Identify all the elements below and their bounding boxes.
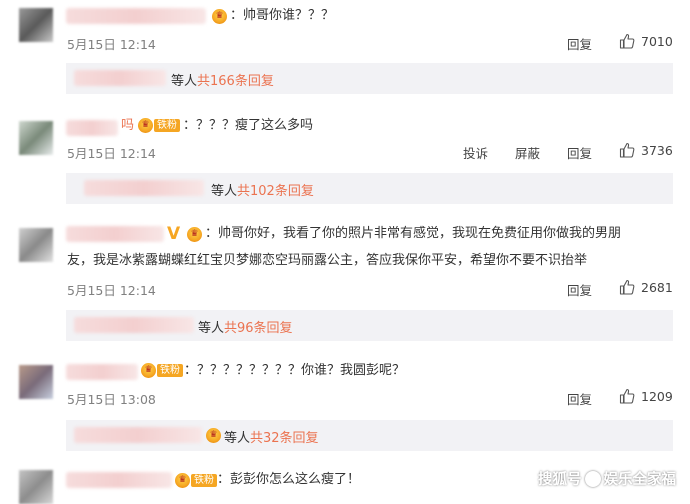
fan-badge-label: 铁粉 [157, 364, 183, 377]
crown-icon: ♛ [206, 428, 221, 443]
avatar[interactable] [19, 228, 53, 262]
avatar[interactable] [19, 365, 53, 399]
avatar[interactable] [19, 470, 53, 504]
verified-v-icon: V [167, 224, 181, 244]
replies-prefix: 等人 [198, 321, 225, 336]
like-button[interactable]: 3736 [619, 142, 673, 158]
crown-icon: ♛ [187, 227, 202, 242]
watermark-logo-icon [584, 470, 601, 487]
comment-text-line-2: 友，我是冰紫露蝴蝶红红宝贝梦娜恋空玛丽露公主，答应我保你平安，希望你不要不识抬举 [67, 253, 588, 268]
replies-prefix: 等人 [171, 74, 198, 89]
like-count: 3736 [641, 142, 673, 158]
fan-badge: ♛ 铁粉 [175, 473, 217, 488]
comment-text: ：？？？？？？？？你谁？我圆彭呢？ [184, 363, 406, 378]
avatar[interactable] [19, 8, 53, 42]
crown-icon: ♛ [138, 118, 153, 133]
username-blurred[interactable] [66, 120, 118, 136]
crown-badge: ♛ [206, 428, 221, 443]
avatar[interactable] [19, 121, 53, 155]
like-button[interactable]: 2681 [619, 279, 673, 295]
replier-names-blurred [74, 427, 202, 443]
comment-date: 5月15日 12:14 [67, 37, 156, 52]
crown-icon: ♛ [175, 473, 190, 488]
replier-names-blurred [74, 70, 166, 86]
reply-button[interactable]: 回复 [567, 143, 592, 162]
crown-icon: ♛ [212, 9, 227, 24]
fan-badge-label: 铁粉 [154, 119, 180, 132]
username-blurred[interactable] [66, 472, 172, 488]
comment-date: 5月15日 13:08 [67, 392, 156, 407]
username-tail[interactable]: 吗 [121, 115, 134, 136]
like-button[interactable]: 7010 [619, 33, 673, 49]
thumbs-up-icon [619, 142, 635, 158]
username-blurred[interactable] [66, 226, 164, 242]
replies-summary[interactable]: 等人共102条回复 [66, 173, 673, 204]
sohu-watermark: 搜狐号 娱乐全家福 [538, 468, 676, 489]
fan-badge: ♛ 铁粉 [138, 118, 180, 133]
username-blurred[interactable] [66, 8, 206, 24]
thumbs-up-icon [619, 33, 635, 49]
comment-text: ：彭彭你怎么这么瘦了！ [217, 472, 361, 487]
crown-badge: ♛ [187, 227, 202, 242]
reply-button[interactable]: 回复 [567, 389, 592, 408]
block-button[interactable]: 屏蔽 [515, 143, 540, 162]
comment-text: ：？？？瘦了这么多吗 [183, 118, 314, 133]
fan-badge-label: 铁粉 [191, 474, 217, 487]
comment-text: ：帅哥你谁？？？ [230, 8, 335, 23]
reply-button[interactable]: 回复 [567, 280, 592, 299]
view-replies-link[interactable]: 共96条回复 [224, 321, 293, 336]
like-count: 7010 [641, 33, 673, 49]
like-count: 2681 [641, 279, 673, 295]
comment-date: 5月15日 12:14 [67, 146, 156, 161]
thumbs-up-icon [619, 388, 635, 404]
replies-summary[interactable]: ♛ 等人共32条回复 [66, 420, 673, 451]
like-count: 1209 [641, 388, 673, 404]
username-blurred[interactable] [66, 364, 138, 380]
comment-text-line-1: ：帅哥你好，我看了你的照片非常有感觉，我现在免费征用你做我的男朋 [205, 226, 622, 241]
replier-names-blurred [74, 317, 194, 333]
fan-badge: ♛ 铁粉 [141, 363, 183, 378]
report-button[interactable]: 投诉 [463, 143, 488, 162]
replies-prefix: 等人 [224, 431, 251, 446]
like-button[interactable]: 1209 [619, 388, 673, 404]
crown-icon: ♛ [141, 363, 156, 378]
view-replies-link[interactable]: 共166条回复 [197, 74, 274, 89]
comment-date: 5月15日 12:14 [67, 283, 156, 298]
crown-badge: ♛ [212, 9, 227, 24]
replies-prefix: 等人 [211, 184, 238, 199]
thumbs-up-icon [619, 279, 635, 295]
replies-summary[interactable]: 等人共96条回复 [66, 310, 673, 341]
view-replies-link[interactable]: 共32条回复 [250, 431, 319, 446]
view-replies-link[interactable]: 共102条回复 [237, 184, 314, 199]
replies-summary[interactable]: 等人共166条回复 [66, 63, 673, 94]
replier-names-blurred [84, 180, 204, 196]
watermark-right-text: 娱乐全家福 [603, 472, 677, 488]
reply-button[interactable]: 回复 [567, 34, 592, 53]
watermark-left-text: 搜狐号 [538, 472, 582, 488]
